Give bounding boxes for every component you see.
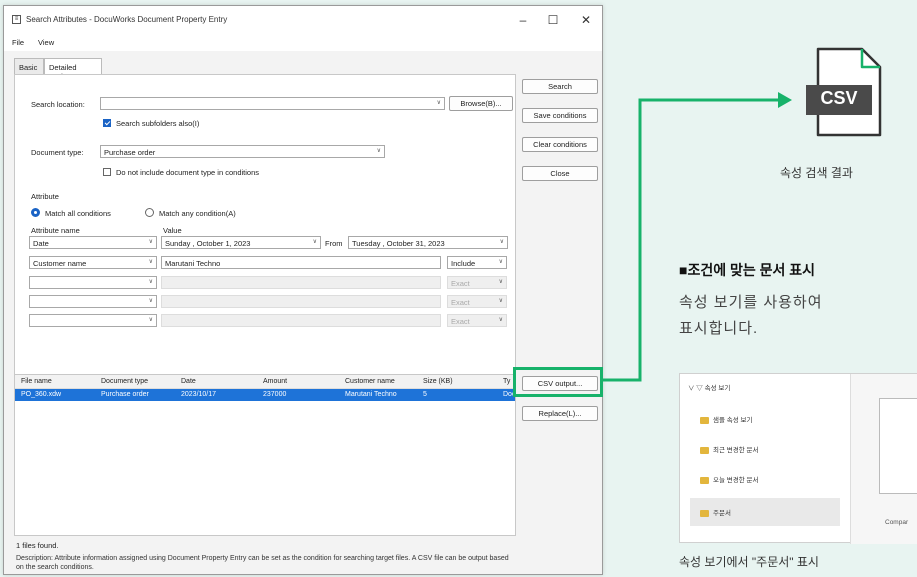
preview-folder-item: 오늘 변경한 문서 (700, 474, 758, 484)
preview-thumbnail-pane: Compar (850, 374, 917, 544)
folder-icon (700, 416, 709, 424)
section-text: 속성 보기를 사용하여 표시합니다. (679, 290, 917, 342)
preview-folder-item-selected: 주문서 (700, 507, 731, 517)
csv-caption: 속성 검색 결과 (780, 166, 853, 180)
preview-folder-item: 최근 변경한 문서 (700, 444, 758, 454)
section-text-line-1: 속성 보기를 사용하여 (679, 294, 823, 311)
csv-badge-label: CSV (820, 88, 858, 108)
csv-file-icon: CSV (806, 45, 886, 141)
preview-root-item: ∨ ▽ 속성 보기 (688, 385, 731, 392)
section-title: ■조건에 맞는 문서 표시 (679, 262, 816, 278)
preview-caption: 속성 보기에서 "주문서" 표시 (679, 555, 819, 569)
filter-icon: ∨ ▽ (688, 385, 705, 392)
thumbnail-caption: Compar (885, 519, 909, 526)
folder-icon (700, 446, 709, 454)
document-thumbnail (879, 398, 917, 494)
folder-icon (700, 509, 709, 517)
section-text-line-2: 표시합니다. (679, 320, 759, 337)
arrow-head (778, 92, 792, 108)
preview-folder-item: 샘플 속성 보기 (700, 414, 753, 424)
folder-icon (700, 476, 709, 484)
attribute-view-preview: ∨ ▽ 속성 보기 샘플 속성 보기 최근 변경한 문서 오늘 변경한 문서 주… (679, 373, 917, 544)
